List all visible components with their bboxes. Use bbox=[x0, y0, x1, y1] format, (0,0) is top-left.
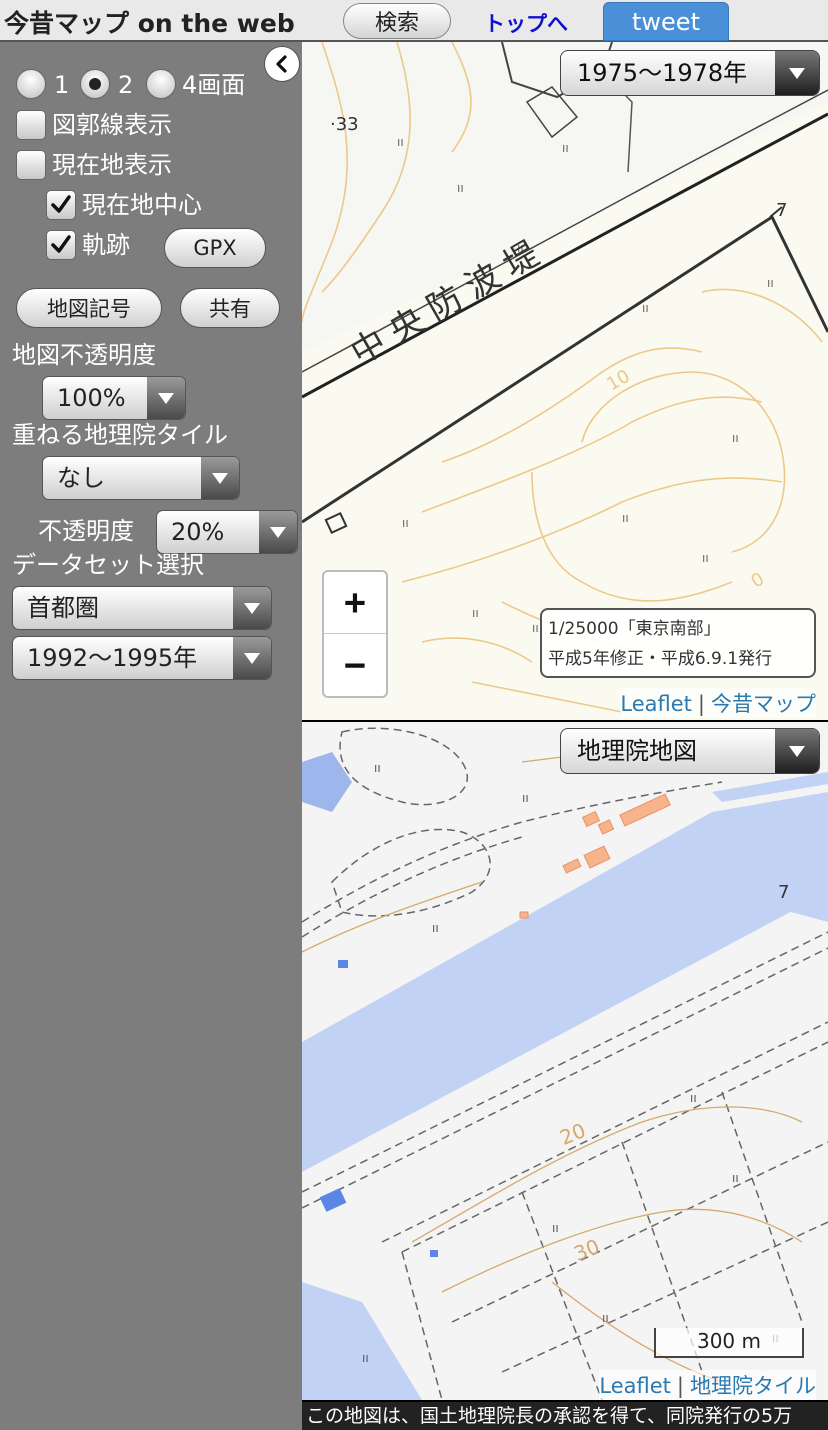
svg-text:ıı: ıı bbox=[552, 1221, 559, 1235]
top-page-link[interactable]: トップへ bbox=[484, 8, 568, 38]
leaflet-link[interactable]: Leaflet bbox=[599, 1374, 671, 1398]
dropdown-arrow-icon bbox=[233, 637, 271, 679]
radio-screens-4[interactable] bbox=[146, 69, 176, 99]
svg-text:ıı: ıı bbox=[522, 791, 529, 805]
svg-text:ıı: ıı bbox=[432, 921, 439, 935]
svg-text:ıı: ıı bbox=[562, 141, 569, 155]
opacity-value: 100% bbox=[57, 384, 126, 412]
elevation-label: ·33 bbox=[330, 114, 359, 135]
center-location-checkbox[interactable] bbox=[46, 190, 76, 220]
overlay-opacity-value: 20% bbox=[171, 518, 225, 546]
overlay-heading: 重ねる地理院タイル bbox=[12, 421, 228, 449]
gsi-layer-select[interactable]: 地理院地図 bbox=[560, 728, 820, 774]
radio-screens-1[interactable] bbox=[16, 69, 46, 99]
copyright-notice: この地図は、国土地理院長の承認を得て、同院発行の5万 bbox=[302, 1402, 828, 1430]
checkmark-icon bbox=[51, 235, 71, 253]
gsi-map-pane[interactable]: ıııııı ıııııı ıııııı 20 30 7 地理院地図 300 m… bbox=[302, 722, 828, 1400]
overlay-opacity-select[interactable]: 20% bbox=[156, 510, 298, 554]
collapse-sidebar-button[interactable] bbox=[264, 46, 300, 82]
tweet-button[interactable]: tweet bbox=[603, 2, 729, 41]
leaflet-link[interactable]: Leaflet bbox=[620, 692, 692, 716]
svg-text:ıı: ıı bbox=[767, 276, 774, 290]
svg-text:ıı: ıı bbox=[472, 606, 479, 620]
dropdown-arrow-icon bbox=[147, 377, 185, 419]
svg-text:ıı: ıı bbox=[397, 135, 404, 149]
map-sheet-info: 1/25000「東京南部」 平成5年修正・平成6.9.1発行 bbox=[540, 608, 816, 678]
dataset-select[interactable]: 首都圏 bbox=[12, 586, 272, 630]
konjaku-map-link[interactable]: 今昔マップ bbox=[711, 692, 816, 716]
dropdown-arrow-icon bbox=[775, 51, 819, 95]
gsi-map-attribution: Leaflet | 地理院タイル bbox=[599, 1370, 816, 1400]
radio-screens-1-label: 1 bbox=[54, 71, 70, 99]
map-sheet-title: 1/25000「東京南部」 bbox=[548, 619, 721, 639]
checkmark-icon bbox=[51, 195, 71, 213]
dropdown-arrow-icon bbox=[775, 729, 819, 773]
period-select[interactable]: 1992〜1995年 bbox=[12, 636, 272, 680]
map-marker-7: 7 bbox=[776, 200, 788, 221]
gsi-tiles-link[interactable]: 地理院タイル bbox=[690, 1374, 816, 1398]
track-label: 軌跡 bbox=[82, 231, 130, 259]
zoom-out-button[interactable]: − bbox=[324, 634, 386, 696]
chevron-left-icon bbox=[276, 55, 287, 73]
share-button[interactable]: 共有 bbox=[180, 288, 280, 328]
header-bar: 今昔マップ on the web 検索 トップへ tweet bbox=[0, 0, 828, 42]
zoom-control: + − bbox=[322, 570, 388, 698]
gpx-button[interactable]: GPX bbox=[164, 228, 266, 268]
svg-text:ıı: ıı bbox=[690, 1091, 697, 1105]
svg-text:ıı: ıı bbox=[732, 1171, 739, 1185]
svg-text:ıı: ıı bbox=[642, 301, 649, 315]
map-symbols-button[interactable]: 地図記号 bbox=[16, 288, 162, 328]
opacity-select[interactable]: 100% bbox=[42, 376, 186, 420]
svg-text:ıı: ıı bbox=[402, 516, 409, 530]
dropdown-arrow-icon bbox=[259, 511, 297, 553]
svg-text:ıı: ıı bbox=[374, 761, 381, 775]
map-sheet-edition: 平成5年修正・平成6.9.1発行 bbox=[548, 649, 773, 669]
svg-text:ıı: ıı bbox=[732, 431, 739, 445]
old-map-period-select[interactable]: 1975〜1978年 bbox=[560, 50, 820, 96]
show-grid-checkbox[interactable] bbox=[16, 110, 46, 140]
radio-screens-2[interactable] bbox=[80, 69, 110, 99]
opacity-heading: 地図不透明度 bbox=[12, 341, 156, 369]
dataset-value: 首都圏 bbox=[27, 594, 99, 622]
dropdown-arrow-icon bbox=[201, 457, 239, 499]
show-location-label: 現在地表示 bbox=[52, 151, 172, 179]
gsi-layer-value: 地理院地図 bbox=[577, 737, 697, 765]
map-marker-7: 7 bbox=[778, 882, 790, 903]
svg-text:ıı: ıı bbox=[702, 551, 709, 565]
track-checkbox[interactable] bbox=[46, 230, 76, 260]
overlay-opacity-label: 不透明度 bbox=[38, 517, 134, 545]
radio-screens-2-label: 2 bbox=[118, 71, 134, 99]
svg-text:ıı: ıı bbox=[362, 1351, 369, 1365]
svg-text:ıı: ıı bbox=[602, 1311, 609, 1325]
show-grid-label: 図郭線表示 bbox=[52, 111, 172, 139]
center-location-label: 現在地中心 bbox=[82, 191, 202, 219]
svg-text:ıı: ıı bbox=[622, 511, 629, 525]
app-title: 今昔マップ on the web bbox=[4, 9, 295, 38]
old-map-pane[interactable]: ıı ıı ıı ıı ıı ıı ıı ıı ıı ıı ıı ıı ·33 10 0 7 中… bbox=[302, 42, 828, 720]
dropdown-arrow-icon bbox=[233, 587, 271, 629]
period-value: 1992〜1995年 bbox=[27, 644, 198, 672]
dataset-heading: データセット選択 bbox=[12, 551, 204, 579]
old-map-attribution: Leaflet | 今昔マップ bbox=[620, 688, 816, 718]
svg-text:ıı: ıı bbox=[457, 181, 464, 195]
old-map-period-value: 1975〜1978年 bbox=[577, 59, 748, 87]
scale-bar: 300 m bbox=[654, 1328, 804, 1358]
control-sidebar: 1 2 4画面 図郭線表示 現在地表示 現在地中心 軌跡 GPX 地図記号 共有… bbox=[0, 42, 302, 1430]
overlay-select[interactable]: なし bbox=[42, 456, 240, 500]
search-button[interactable]: 検索 bbox=[343, 3, 451, 39]
overlay-value: なし bbox=[57, 464, 105, 492]
gsi-map-tiles[interactable]: ıııııı ıııııı ıııııı bbox=[302, 722, 828, 1400]
radio-screens-4-label: 4画面 bbox=[182, 71, 246, 99]
zoom-in-button[interactable]: + bbox=[324, 572, 386, 634]
svg-text:ıı: ıı bbox=[532, 621, 539, 635]
show-location-checkbox[interactable] bbox=[16, 150, 46, 180]
